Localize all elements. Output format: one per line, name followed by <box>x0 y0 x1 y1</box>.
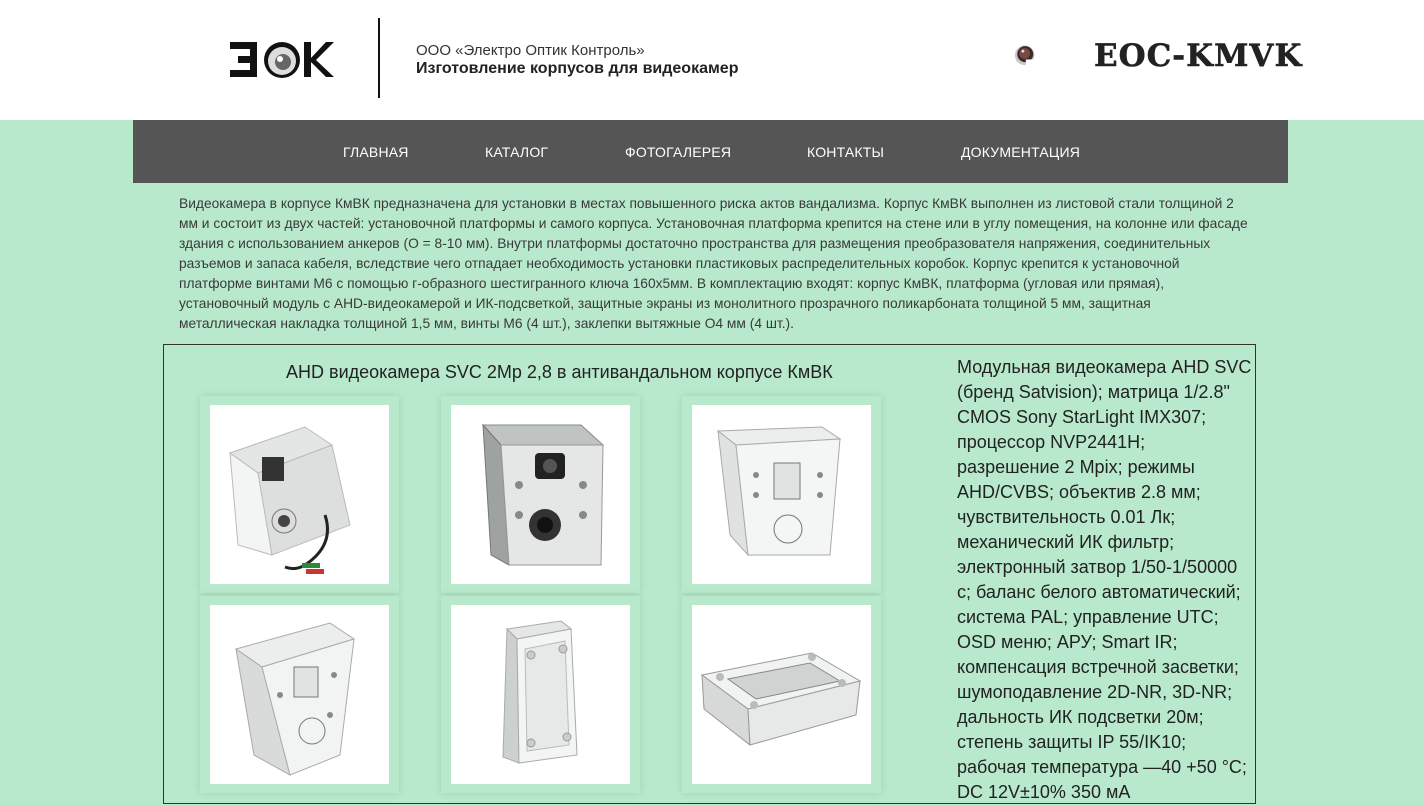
product-photo-1[interactable] <box>200 396 399 593</box>
camera-housing-open-icon <box>481 423 605 566</box>
product-photo-3[interactable] <box>682 396 881 593</box>
intro-paragraph: Видеокамера в корпусе КмВК предназначена… <box>179 196 1248 331</box>
nav-item-contacts[interactable]: КОНТАКТЫ <box>807 144 884 160</box>
housing-side-view-icon <box>234 622 356 777</box>
eoc-kmvk-logo-icon[interactable] <box>1014 20 1094 90</box>
camera-housing-front-icon <box>228 426 351 574</box>
housing-empty-angled-icon <box>716 426 842 557</box>
main-nav: ГЛАВНАЯ КАТАЛОГ ФОТОГАЛЕРЕЯ КОНТАКТЫ ДОК… <box>133 120 1288 183</box>
brand-right-text: EOC-KMVK <box>1094 38 1303 75</box>
product-specs: Модульная видеокамера AHD SVC (бренд Sat… <box>957 357 1252 802</box>
nav-item-home[interactable]: ГЛАВНАЯ <box>343 144 409 160</box>
flat-platform-icon <box>700 652 862 747</box>
company-block: ООО «Электро Оптик Контроль» Изготовлени… <box>416 42 738 78</box>
product-title: AHD видеокамера SVC 2Mp 2,8 в антивандал… <box>286 362 833 382</box>
nav-item-gallery[interactable]: ФОТОГАЛЕРЕЯ <box>625 144 731 160</box>
product-photo-6[interactable] <box>682 596 881 793</box>
company-tagline: Изготовление корпусов для видеокамер <box>416 60 739 77</box>
site-header: ООО «Электро Оптик Контроль» Изготовлени… <box>0 0 1424 120</box>
product-photo-2[interactable] <box>441 396 640 593</box>
product-photo-4[interactable] <box>200 596 399 793</box>
company-name: ООО «Электро Оптик Контроль» <box>416 42 645 59</box>
header-divider <box>378 18 380 98</box>
corner-platform-icon <box>502 620 578 764</box>
product-photo-5[interactable] <box>441 596 640 793</box>
nav-item-catalog[interactable]: КАТАЛОГ <box>485 144 548 160</box>
nav-item-documentation[interactable]: ДОКУМЕНТАЦИЯ <box>961 144 1080 160</box>
eok-logo-icon[interactable] <box>230 40 334 80</box>
